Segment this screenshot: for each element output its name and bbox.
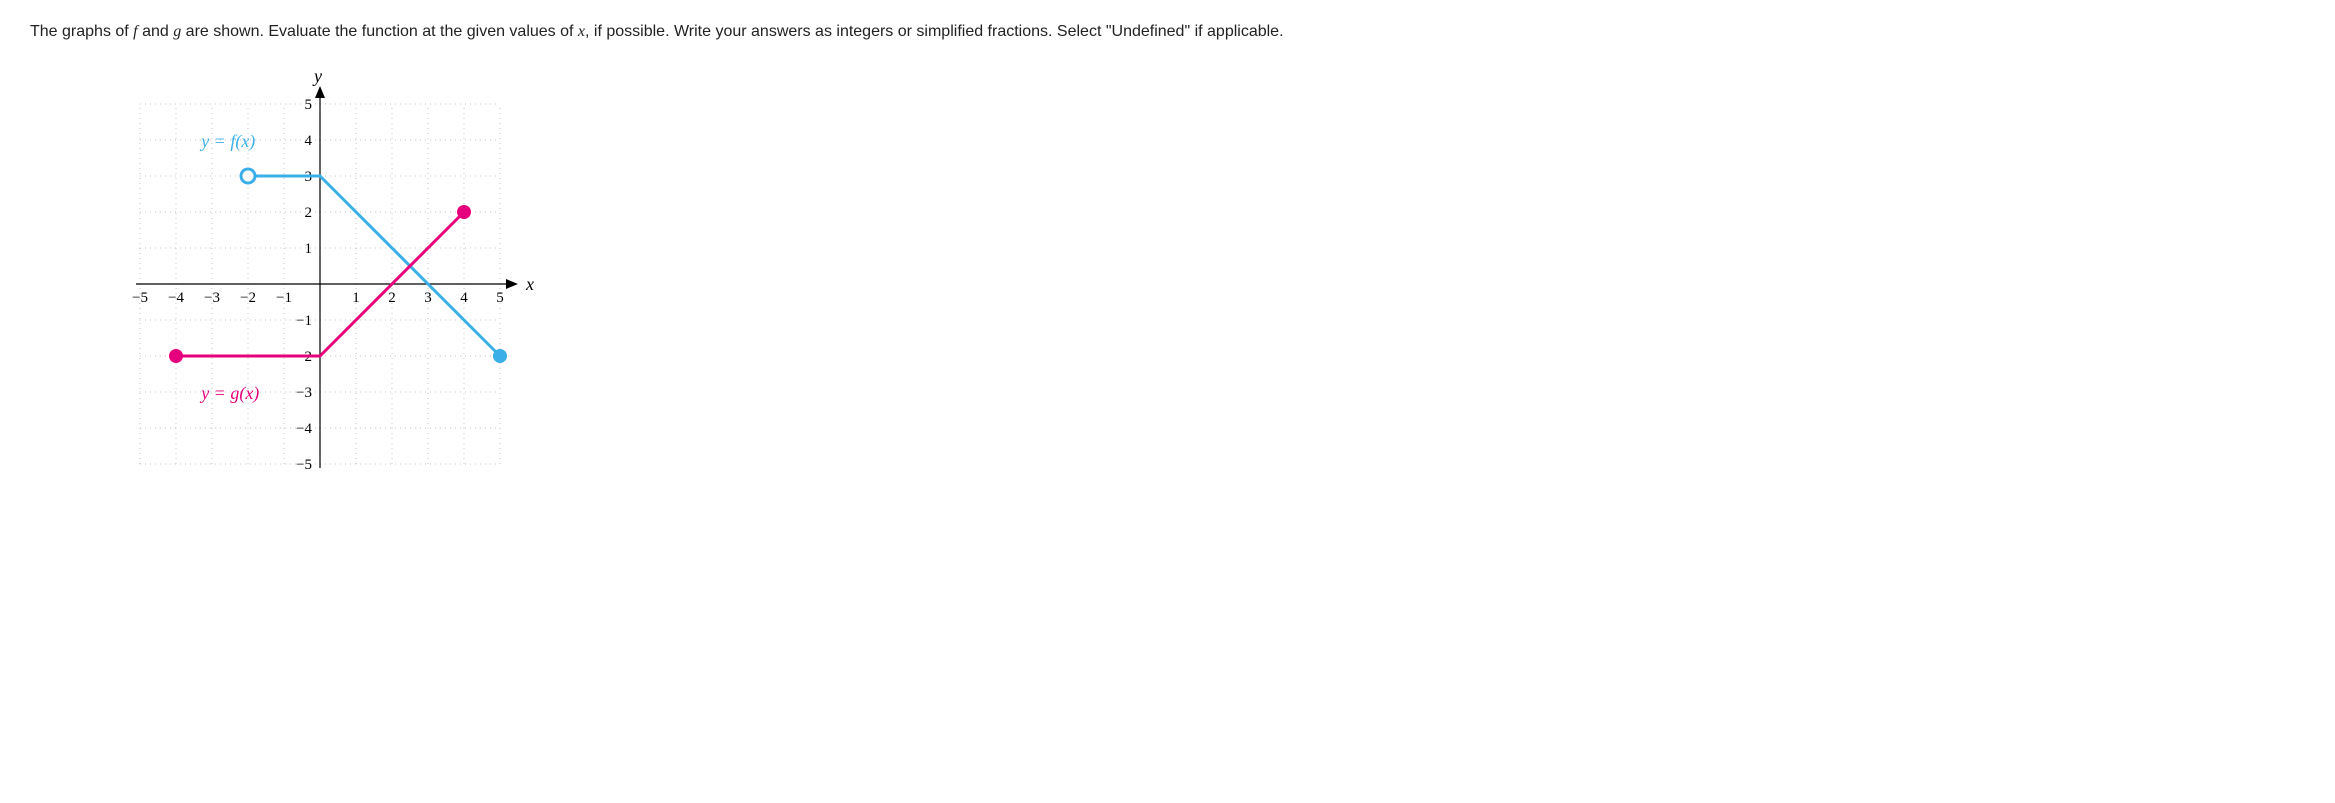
svg-text:−4: −4 (296, 421, 312, 437)
svg-text:−5: −5 (296, 457, 312, 473)
variable-x: x (578, 23, 585, 40)
svg-text:−1: −1 (296, 313, 312, 329)
prompt-text: are shown. Evaluate the function at the … (181, 23, 578, 40)
svg-text:x: x (525, 274, 534, 294)
svg-text:2: 2 (388, 290, 396, 306)
svg-text:y: y (312, 66, 322, 86)
svg-text:y = g(x): y = g(x) (199, 383, 259, 404)
svg-text:−5: −5 (132, 290, 148, 306)
svg-text:2: 2 (305, 205, 313, 221)
question-prompt: The graphs of f and g are shown. Evaluat… (30, 20, 1830, 44)
svg-text:5: 5 (305, 97, 313, 113)
prompt-text: and (138, 23, 174, 40)
svg-text:4: 4 (460, 290, 468, 306)
svg-text:1: 1 (352, 290, 360, 306)
svg-text:5: 5 (496, 290, 504, 306)
svg-text:−1: −1 (276, 290, 292, 306)
prompt-text: The graphs of (30, 23, 133, 40)
svg-text:−3: −3 (204, 290, 220, 306)
svg-text:1: 1 (305, 241, 313, 257)
svg-text:−3: −3 (296, 385, 312, 401)
graph-panel: −5−4−3−2−112345−5−4−3−2−112345xyy = f(x)… (90, 64, 2305, 509)
svg-text:y = f(x): y = f(x) (199, 131, 255, 152)
prompt-text: , if possible. Write your answers as int… (585, 23, 1284, 40)
svg-text:3: 3 (424, 290, 432, 306)
svg-text:−4: −4 (168, 290, 184, 306)
svg-text:4: 4 (305, 133, 313, 149)
coordinate-graph: −5−4−3−2−112345−5−4−3−2−112345xyy = f(x)… (90, 64, 550, 504)
svg-text:−2: −2 (240, 290, 256, 306)
